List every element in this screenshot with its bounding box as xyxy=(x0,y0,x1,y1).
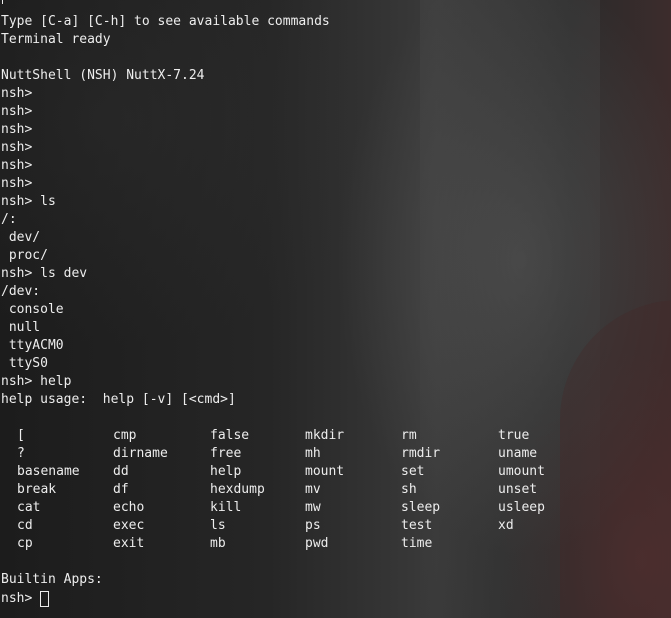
help-command-table: [ cmp false mkdir rm true ? dirname free… xyxy=(17,427,578,553)
table-row: cd exec ls ps test xd xyxy=(17,517,578,535)
terminal-line: nsh> xyxy=(1,176,33,191)
terminal-line: Terminal ready xyxy=(1,32,111,47)
command-cell: unset xyxy=(498,482,538,497)
command-cell: rmdir xyxy=(401,446,441,461)
terminal-line: nsh> xyxy=(1,140,33,155)
terminal-line: nsh> ls dev xyxy=(1,266,88,281)
table-row: cp exit mb pwd time xyxy=(17,535,578,553)
table-row: [ cmp false mkdir rm true xyxy=(17,427,578,445)
command-cell: time xyxy=(401,536,433,551)
terminal-line: console xyxy=(1,302,64,317)
scroll-edge-mark xyxy=(2,0,3,4)
command-cell: usleep xyxy=(498,500,545,515)
command-cell: cd xyxy=(17,518,33,533)
command-cell: free xyxy=(210,446,242,461)
terminal-line: proc/ xyxy=(1,248,48,263)
table-row: cat echo kill mw sleep usleep xyxy=(17,499,578,517)
prompt-text: nsh> xyxy=(1,591,33,606)
command-cell: uname xyxy=(498,446,538,461)
terminal-line: ttyS0 xyxy=(1,356,48,371)
command-cell: cmp xyxy=(113,428,137,443)
table-row: basename dd help mount set umount xyxy=(17,463,578,481)
command-cell: true xyxy=(498,428,530,443)
builtin-apps-label: Builtin Apps: xyxy=(1,572,103,587)
command-cell: kill xyxy=(210,500,242,515)
text-cursor[interactable] xyxy=(40,591,50,607)
command-cell xyxy=(498,535,578,553)
command-cell: umount xyxy=(498,464,545,479)
command-cell: break xyxy=(17,482,57,497)
terminal-line: nsh> xyxy=(1,86,33,101)
terminal-line: help usage: help [-v] [<cmd>] xyxy=(1,392,236,407)
command-cell: mh xyxy=(305,446,321,461)
terminal-line: nsh> ls xyxy=(1,194,56,209)
terminal-line: nsh> help xyxy=(1,374,72,389)
terminal-line: ttyACM0 xyxy=(1,338,64,353)
command-cell: help xyxy=(210,464,242,479)
command-cell: cp xyxy=(17,536,33,551)
command-cell: mb xyxy=(210,536,226,551)
terminal-line: nsh> xyxy=(1,158,33,173)
command-cell: xd xyxy=(498,518,514,533)
command-cell: exec xyxy=(113,518,145,533)
command-cell: mw xyxy=(305,500,321,515)
table-row: break df hexdump mv sh unset xyxy=(17,481,578,499)
terminal-line: null xyxy=(1,320,41,335)
command-cell: rm xyxy=(401,428,417,443)
command-cell: ps xyxy=(305,518,321,533)
terminal-line: nsh> xyxy=(1,104,33,119)
command-cell: sh xyxy=(401,482,417,497)
command-cell: basename xyxy=(17,464,80,479)
terminal-line: nsh> xyxy=(1,122,33,137)
terminal-line: /dev: xyxy=(1,284,41,299)
command-prompt-line[interactable]: nsh> xyxy=(1,589,50,609)
command-cell: [ xyxy=(17,428,25,443)
command-cell: echo xyxy=(113,500,145,515)
command-cell: ? xyxy=(17,446,25,461)
command-cell: mount xyxy=(305,464,345,479)
terminal-line: /: xyxy=(1,212,17,227)
command-cell: hexdump xyxy=(210,482,265,497)
terminal-line: Type [C-a] [C-h] to see available comman… xyxy=(1,14,330,29)
command-cell: set xyxy=(401,464,425,479)
table-row: ? dirname free mh rmdir uname xyxy=(17,445,578,463)
command-cell: pwd xyxy=(305,536,329,551)
command-cell: ls xyxy=(210,518,226,533)
terminal-output: Type [C-a] [C-h] to see available comman… xyxy=(1,13,671,409)
command-cell: dirname xyxy=(113,446,168,461)
terminal-window[interactable]: Type [C-a] [C-h] to see available comman… xyxy=(0,0,671,618)
command-cell: cat xyxy=(17,500,41,515)
terminal-line: NuttShell (NSH) NuttX-7.24 xyxy=(1,68,205,83)
command-cell: sleep xyxy=(401,500,441,515)
command-cell: false xyxy=(210,428,250,443)
command-cell: df xyxy=(113,482,129,497)
terminal-line: dev/ xyxy=(1,230,41,245)
command-cell: test xyxy=(401,518,433,533)
command-cell: dd xyxy=(113,464,129,479)
command-cell: mv xyxy=(305,482,321,497)
command-cell: exit xyxy=(113,536,145,551)
command-cell: mkdir xyxy=(305,428,345,443)
